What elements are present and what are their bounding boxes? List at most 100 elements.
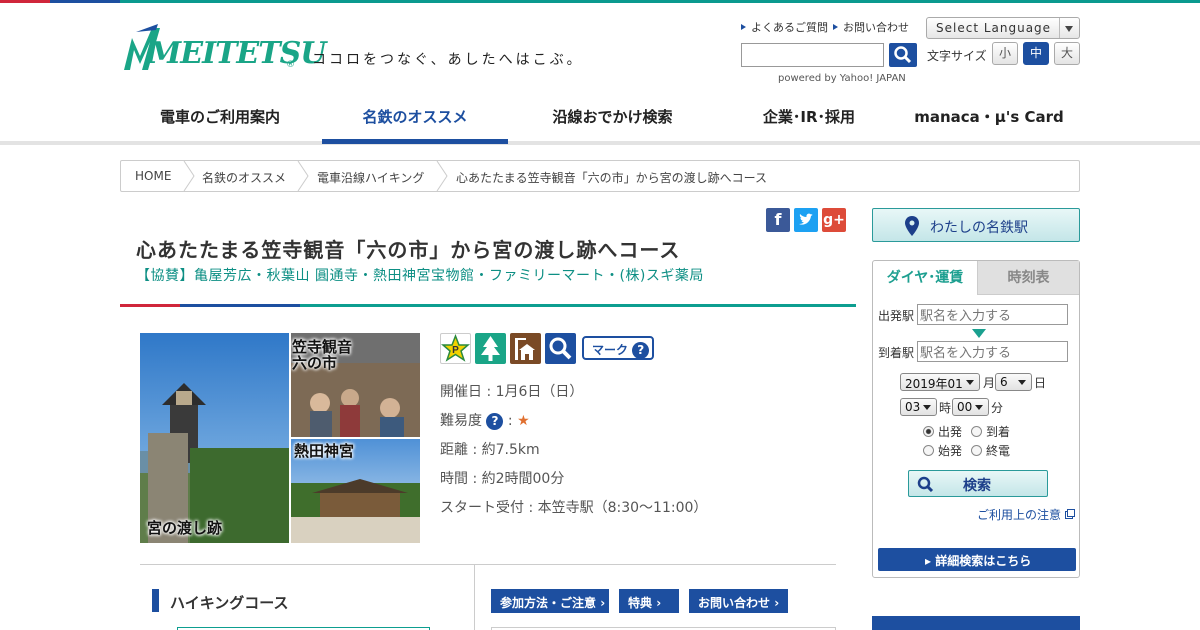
parking-star-icon: P — [440, 333, 471, 362]
mark-help-button[interactable]: マーク ? — [582, 336, 654, 360]
breadcrumb-recommend[interactable]: 名鉄のオススメ — [202, 169, 286, 186]
breadcrumb-separator-icon — [436, 161, 448, 191]
brand-wordmark: MEITETSU — [148, 36, 326, 71]
radio-last-label: 終電 — [986, 444, 1011, 458]
tab-participation-label: 参加方法・ご注意 — [500, 596, 597, 610]
nav-corporate[interactable]: 企業･IR･採用 — [728, 106, 890, 127]
radio-arrive-label: 到着 — [986, 425, 1011, 439]
language-select[interactable]: Select Language — [926, 17, 1080, 39]
radio-arrive[interactable]: 到着 — [971, 423, 1010, 440]
twitter-icon[interactable] — [794, 208, 818, 232]
duration: 時間 : 約2時間00分 — [440, 471, 565, 487]
minute-unit: 分 — [991, 401, 1004, 415]
tab-participation[interactable]: 参加方法・ご注意 › — [491, 589, 609, 613]
distance: 距離 : 約7.5km — [440, 442, 540, 458]
svg-text:P: P — [452, 345, 459, 356]
site-search-input[interactable] — [741, 43, 884, 67]
difficulty-help-icon[interactable]: ? — [486, 413, 504, 430]
tagline: ココロをつなぐ、あしたへはこぶ。 — [312, 52, 584, 68]
title-underline — [120, 304, 856, 307]
parking-icon: P — [440, 333, 471, 364]
breadcrumb-separator-icon — [297, 161, 309, 191]
section-divider — [140, 564, 836, 565]
powered-by: powered by Yahoo! JAPAN — [778, 73, 906, 84]
tab-dia-fare[interactable]: ダイヤ･運賃 — [873, 261, 978, 295]
radio-last-train[interactable]: 終電 — [971, 442, 1010, 459]
breadcrumb-separator-icon — [183, 161, 195, 191]
search-icon — [894, 46, 912, 64]
search-icon — [917, 476, 934, 492]
difficulty-row: 難易度 ? : ★ — [440, 413, 530, 430]
start-reception: スタート受付 : 本笠寺駅（8:30～11:00） — [440, 500, 708, 516]
radio-first-dot[interactable] — [923, 445, 934, 456]
facebook-icon[interactable]: f — [766, 208, 790, 232]
photo-label-miya: 宮の渡し跡 — [147, 519, 223, 537]
nav-divider — [0, 141, 1200, 145]
radio-last-dot[interactable] — [971, 445, 982, 456]
external-link-icon — [1064, 509, 1075, 519]
tab-benefits[interactable]: 特典 › — [619, 589, 679, 613]
font-size-medium-button[interactable]: 中 — [1023, 42, 1049, 65]
event-date: 開催日 : 1月6日（日） — [440, 384, 584, 400]
tree-icon — [481, 336, 500, 361]
arrow-right-icon: ▸ — [925, 554, 936, 568]
minute-select[interactable]: 00 — [952, 398, 989, 416]
nav-active-indicator — [322, 139, 508, 144]
nav-outing-search[interactable]: 沿線おでかけ検索 — [530, 106, 695, 127]
radio-depart-label: 出発 — [938, 425, 963, 439]
registered-mark: ® — [286, 60, 295, 70]
sponsor-text: 【協賛】亀屋芳広・秋葉山 圓通寺・熱田神宮宝物館・ファミリーマート・(株)スギ薬… — [136, 268, 704, 284]
usage-notes-label: ご利用上の注意 — [977, 508, 1062, 522]
photo-label-kasadera: 笠寺観音 六の市 — [292, 338, 353, 372]
site-search-button[interactable] — [889, 43, 917, 67]
breadcrumb-home[interactable]: HOME — [135, 169, 171, 183]
year-month-select[interactable]: 2019年01 — [900, 373, 980, 391]
restroom-icon — [510, 333, 541, 364]
my-station-button[interactable]: わたしの名鉄駅 — [872, 208, 1080, 242]
font-size-large-button[interactable]: 大 — [1054, 42, 1080, 65]
day-select[interactable]: 6 — [995, 373, 1032, 391]
from-station-input[interactable] — [917, 304, 1068, 325]
direction-arrow-icon — [972, 329, 986, 338]
hiking-course-heading: ハイキングコース — [170, 594, 289, 612]
radio-depart-dot[interactable] — [923, 426, 934, 437]
route-search-button[interactable]: 検索 — [908, 470, 1048, 497]
nav-manaca[interactable]: manaca・μ's Card — [910, 106, 1068, 127]
day-unit: 日 — [1034, 376, 1047, 390]
nav-recommend[interactable]: 名鉄のオススメ — [322, 106, 508, 127]
google-plus-icon[interactable]: g+ — [822, 208, 846, 232]
to-station-input[interactable] — [917, 341, 1068, 362]
chevron-down-icon — [1059, 18, 1079, 38]
usage-notes-link[interactable]: ご利用上の注意 — [977, 506, 1075, 523]
hour-unit: 時 — [939, 401, 952, 415]
hour-select[interactable]: 03 — [900, 398, 937, 416]
radio-first-train[interactable]: 始発 — [923, 442, 962, 459]
search-icon[interactable] — [545, 333, 576, 364]
breadcrumb-hiking[interactable]: 電車沿線ハイキング — [317, 169, 424, 186]
mark-help-label: マーク — [592, 343, 629, 357]
language-select-label: Select Language — [936, 21, 1052, 35]
font-size-small-button[interactable]: 小 — [992, 42, 1018, 65]
my-station-label: わたしの名鉄駅 — [930, 220, 1028, 236]
from-station-label: 出発駅 — [878, 309, 915, 323]
font-size-label: 文字サイズ — [927, 49, 987, 63]
faq-link[interactable]: よくあるご質問 — [741, 19, 828, 35]
radio-arrive-dot[interactable] — [971, 426, 982, 437]
radio-depart[interactable]: 出発 — [923, 423, 962, 440]
contact-link[interactable]: お問い合わせ — [833, 19, 909, 35]
top-accent-bar — [0, 0, 1200, 3]
breadcrumb: HOME 名鉄のオススメ 電車沿線ハイキング 心あたたまる笠寺観音「六の市」から… — [120, 160, 1080, 192]
tab-inquiry-label: お問い合わせ — [698, 596, 771, 610]
question-icon: ? — [632, 342, 650, 359]
tab-inquiry[interactable]: お問い合わせ › — [689, 589, 788, 613]
nav-train-guide[interactable]: 電車のご利用案内 — [140, 106, 300, 127]
to-station-label: 到着駅 — [878, 346, 915, 360]
route-search-panel: ダイヤ･運賃 時刻表 出発駅 到着駅 2019年01 月 6 日 03 時 00… — [872, 260, 1080, 578]
heading-accent — [152, 589, 159, 612]
breadcrumb-current: 心あたたまる笠寺観音「六の市」から宮の渡し跡へコース — [456, 171, 768, 185]
difficulty-label: 難易度 — [440, 413, 482, 429]
magnifier-icon — [549, 337, 572, 360]
detailed-search-button[interactable]: ▸ 詳細検索はこちら — [878, 548, 1076, 571]
difficulty-stars: ★ — [517, 413, 530, 429]
tab-timetable[interactable]: 時刻表 — [978, 261, 1079, 295]
